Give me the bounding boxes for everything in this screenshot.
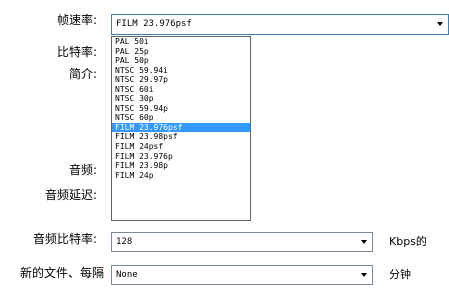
new-file-every-label: 新的文件、每隔 bbox=[19, 266, 104, 280]
frame-rate-value: FILM 23.976psf bbox=[116, 19, 192, 29]
frame-rate-option[interactable]: FILM 23.98p bbox=[112, 161, 250, 171]
frame-rate-dropdown-list[interactable]: PAL 50i PAL 25p PAL 50p NTSC 59.94i NTSC 29.… bbox=[111, 36, 251, 221]
chevron-down-icon[interactable] bbox=[361, 273, 367, 277]
frame-rate-option[interactable]: FILM 24psf bbox=[112, 142, 250, 152]
new-file-interval-unit: 分钟 bbox=[389, 268, 411, 281]
frame-rate-option[interactable]: NTSC 60p bbox=[112, 113, 250, 123]
audio-delay-label: 音频延迟: bbox=[44, 188, 97, 202]
frame-rate-option[interactable]: NTSC 30p bbox=[112, 94, 250, 104]
frame-rate-select[interactable]: FILM 23.976psf bbox=[111, 14, 449, 35]
chevron-down-icon[interactable] bbox=[361, 240, 367, 244]
frame-rate-option[interactable]: NTSC 59.94p bbox=[112, 104, 250, 114]
frame-rate-option[interactable]: PAL 25p bbox=[112, 47, 250, 57]
frame-rate-option[interactable]: FILM 23.976p bbox=[112, 152, 250, 162]
audio-bitrate-label: 音频比特率: bbox=[32, 232, 97, 246]
new-file-interval-select[interactable]: None bbox=[111, 265, 373, 285]
audio-bitrate-unit: Kbps的 bbox=[389, 235, 427, 248]
frame-rate-label: 帧速率: bbox=[56, 13, 97, 27]
audio-bitrate-value: 128 bbox=[116, 237, 133, 247]
frame-rate-option[interactable]: PAL 50p bbox=[112, 56, 250, 66]
profile-label: 简介: bbox=[68, 67, 97, 81]
frame-rate-option[interactable]: FILM 23.98psf bbox=[112, 132, 250, 142]
frame-rate-option[interactable]: NTSC 59.94i bbox=[112, 66, 250, 76]
chevron-down-icon[interactable] bbox=[437, 22, 443, 26]
bitrate-label: 比特率: bbox=[56, 45, 97, 59]
audio-bitrate-select[interactable]: 128 bbox=[111, 232, 373, 252]
audio-label: 音频: bbox=[68, 163, 97, 177]
frame-rate-option[interactable]: NTSC 60i bbox=[112, 85, 250, 95]
frame-rate-option[interactable]: FILM 23.976psf bbox=[112, 122, 250, 133]
new-file-interval-value: None bbox=[116, 270, 138, 280]
frame-rate-option[interactable]: PAL 50i bbox=[112, 37, 250, 47]
frame-rate-option[interactable]: NTSC 29.97p bbox=[112, 75, 250, 85]
frame-rate-option[interactable]: FILM 24p bbox=[112, 171, 250, 181]
